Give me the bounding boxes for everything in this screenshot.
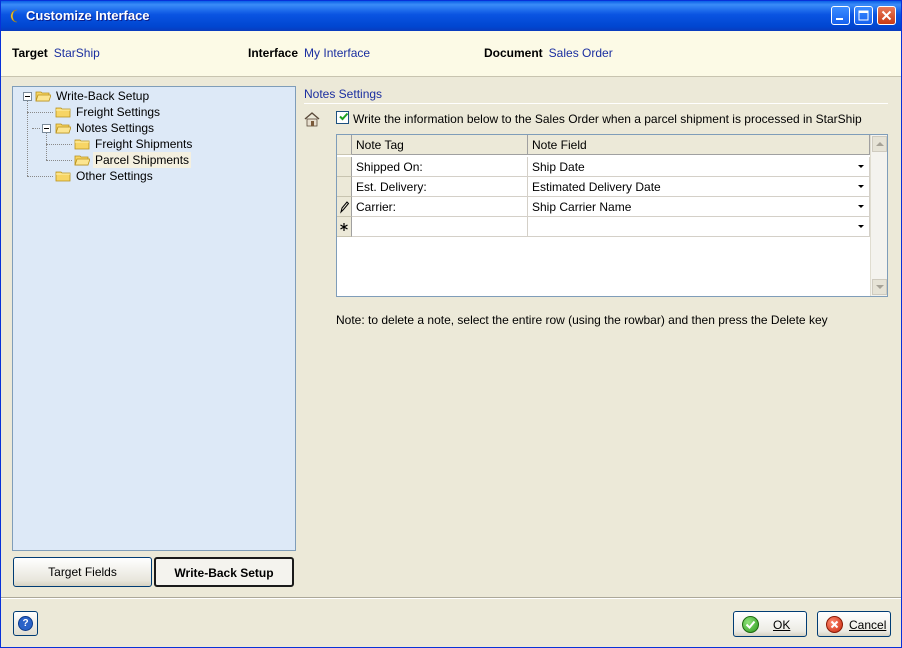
folder-open-icon [35,91,51,102]
dropdown-arrow-icon[interactable] [855,220,867,233]
dropdown-arrow-icon[interactable] [855,160,867,173]
interface-info: Interface My Interface [248,46,370,60]
note-tag-cell[interactable]: Carrier: [352,197,528,217]
tree-connector [32,128,40,129]
tree-connector [27,112,53,113]
folder-icon [74,139,90,150]
interface-label: Interface [248,46,299,60]
write-notes-checkbox[interactable] [336,111,349,124]
app-moon-icon [10,9,18,23]
table-row[interactable]: Est. Delivery: Estimated Delivery Date [337,177,870,197]
grid-corner[interactable] [337,135,352,155]
interface-value: My Interface [304,46,371,60]
house-icon [304,112,320,127]
help-icon: ? [18,616,33,631]
tree-item-label: Notes Settings [76,121,155,135]
footer-divider [1,597,901,598]
folder-icon [55,107,71,118]
title-bar[interactable]: Customize Interface [1,1,901,31]
note-field-cell[interactable]: Estimated Delivery Date [528,177,870,197]
dropdown-arrow-icon[interactable] [855,180,867,193]
scroll-down-icon[interactable] [872,279,887,295]
ok-label: OK [773,618,791,632]
tree-item-label: Write-Back Setup [56,89,150,103]
write-notes-label[interactable]: Write the information below to the Sales… [353,112,862,126]
section-divider [304,103,888,104]
cancel-button[interactable]: Cancel [817,611,891,637]
row-selector[interactable] [337,217,352,237]
note-field-value: Ship Date [532,160,585,174]
close-button[interactable] [877,6,896,25]
dropdown-arrow-icon[interactable] [855,200,867,213]
new-row-asterisk-icon [340,223,348,231]
settings-tree[interactable]: Write-Back Setup Freight Settings Notes … [12,86,296,551]
table-row[interactable]: Carrier: Ship Carrier Name [337,197,870,217]
row-selector[interactable] [337,177,352,197]
note-field-cell[interactable]: Ship Carrier Name [528,197,870,217]
table-row-new[interactable] [337,217,870,237]
note-field-value: Ship Carrier Name [532,200,632,214]
target-fields-tab[interactable]: Target Fields [13,557,152,587]
document-label: Document [484,46,543,60]
document-info: Document Sales Order [484,46,613,60]
folder-open-icon [55,123,71,134]
minimize-button[interactable] [831,6,850,25]
minimize-icon [836,18,843,20]
section-title: Notes Settings [304,87,383,101]
tree-item-label: Parcel Shipments [93,152,192,168]
pencil-edit-icon [340,201,350,214]
tree-item-label: Freight Shipments [95,137,193,151]
maximize-icon [858,10,869,21]
cancel-x-icon [826,616,843,633]
checkmark-icon [339,112,349,121]
table-row[interactable]: Shipped On: Ship Date [337,157,870,177]
help-button[interactable]: ? [13,611,38,636]
tree-connector [46,144,72,145]
note-field-cell[interactable] [528,217,870,237]
cancel-label: Cancel [849,618,887,632]
ok-button[interactable]: OK [733,611,807,637]
tree-connector [46,160,72,161]
document-value: Sales Order [548,46,613,60]
notes-grid[interactable]: Note Tag Note Field Shipped On: Ship Dat… [336,134,888,297]
collapse-write-back-icon[interactable] [23,92,32,101]
window-title: Customize Interface [26,8,150,23]
delete-note-hint: Note: to delete a note, select the entir… [336,313,828,327]
tree-connector [27,176,53,177]
collapse-notes-settings-icon[interactable] [42,124,51,133]
scroll-up-icon[interactable] [872,136,887,152]
note-field-value: Estimated Delivery Date [532,180,661,194]
grid-header-row: Note Tag Note Field [337,135,870,155]
tree-connector [46,133,47,160]
note-tag-cell[interactable]: Shipped On: [352,157,528,177]
write-back-setup-tab[interactable]: Write-Back Setup [154,557,294,587]
column-header-note-field[interactable]: Note Field [528,135,870,155]
maximize-button[interactable] [854,6,873,25]
tree-item-label: Other Settings [76,169,153,183]
checkmark-icon [742,616,759,633]
column-header-note-tag[interactable]: Note Tag [352,135,528,155]
folder-icon [55,171,71,182]
note-tag-cell[interactable] [352,217,528,237]
folder-open-icon [74,155,90,166]
target-label: Target [12,46,48,60]
grid-vertical-scrollbar[interactable] [870,135,887,296]
note-tag-cell[interactable]: Est. Delivery: [352,177,528,197]
target-value: StarShip [53,46,100,60]
target-info: Target StarShip [12,46,100,60]
tree-item-label: Freight Settings [76,105,161,119]
close-icon [881,10,892,21]
note-field-cell[interactable]: Ship Date [528,157,870,177]
customize-interface-window: Customize Interface Target StarShip Inter… [0,0,902,648]
info-header: Target StarShip Interface My Interface Doc… [1,31,901,77]
row-selector[interactable] [337,157,352,177]
row-selector[interactable] [337,197,352,217]
